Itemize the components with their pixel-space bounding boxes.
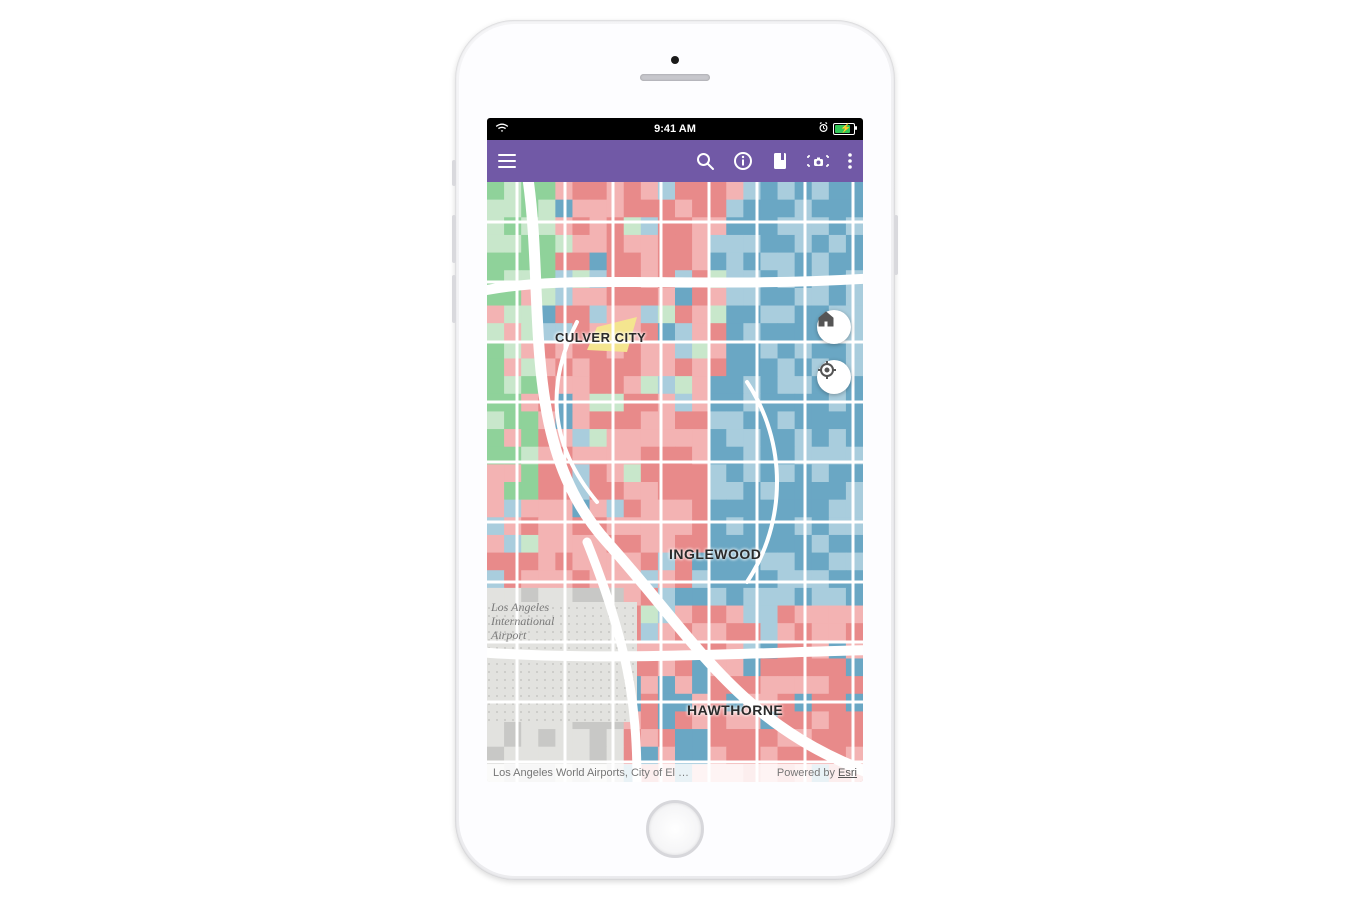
locate-button[interactable] bbox=[817, 360, 851, 394]
power-button bbox=[894, 215, 898, 275]
mute-switch bbox=[452, 160, 456, 186]
home-extent-button[interactable] bbox=[817, 310, 851, 344]
attribution-esri-link[interactable]: Esri bbox=[838, 767, 857, 779]
screenshot-icon[interactable] bbox=[807, 151, 829, 171]
bookmark-icon[interactable] bbox=[771, 151, 789, 171]
attribution-source: Los Angeles World Airports, City of El … bbox=[493, 767, 689, 779]
map-roads bbox=[487, 182, 863, 782]
app-bar bbox=[487, 140, 863, 182]
map-canvas[interactable]: CULVER CITY INGLEWOOD HAWTHORNE Los Angele… bbox=[487, 182, 863, 782]
status-bar: 9:41 AM ⚡ bbox=[487, 118, 863, 140]
city-label: CULVER CITY bbox=[555, 330, 646, 345]
attribution-powered: Powered by Esri bbox=[777, 767, 857, 779]
menu-icon[interactable] bbox=[497, 151, 517, 171]
info-icon[interactable] bbox=[733, 151, 753, 171]
status-time: 9:41 AM bbox=[487, 123, 863, 135]
home-button[interactable] bbox=[646, 800, 704, 858]
airport-label: Los AngelesInternationalAirport bbox=[491, 600, 554, 642]
overflow-icon[interactable] bbox=[847, 151, 853, 171]
city-label: INGLEWOOD bbox=[669, 546, 761, 562]
wifi-icon bbox=[495, 123, 509, 136]
volume-up-button bbox=[452, 215, 456, 263]
device-screen: 9:41 AM ⚡ bbox=[487, 118, 863, 782]
phone-frame: 9:41 AM ⚡ bbox=[455, 20, 895, 880]
speaker-grille bbox=[640, 74, 710, 81]
city-label: HAWTHORNE bbox=[687, 702, 783, 718]
search-icon[interactable] bbox=[695, 151, 715, 171]
battery-icon: ⚡ bbox=[833, 123, 855, 135]
alarm-icon bbox=[818, 122, 829, 136]
front-camera bbox=[671, 56, 679, 64]
map-attribution: Los Angeles World Airports, City of El …… bbox=[487, 764, 863, 782]
volume-down-button bbox=[452, 275, 456, 323]
